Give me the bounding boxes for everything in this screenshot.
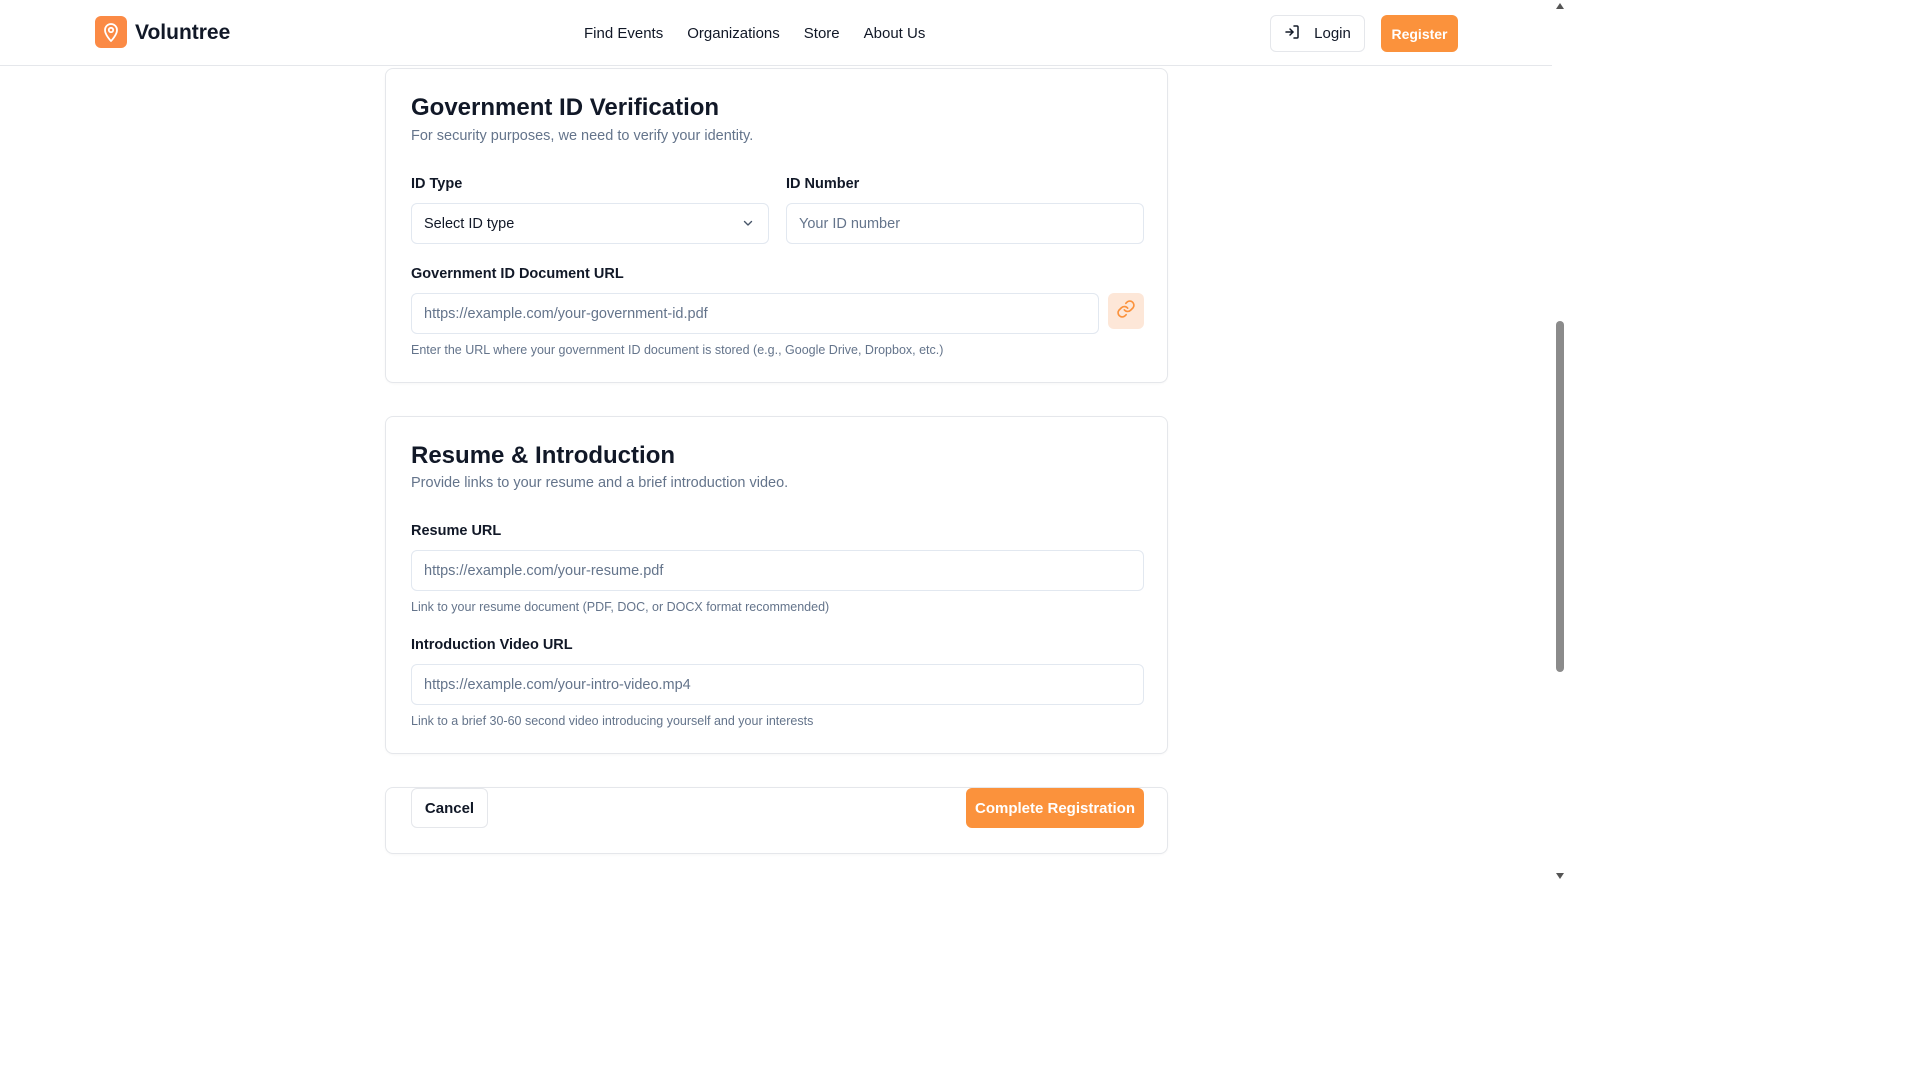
scroll-up-arrow-icon[interactable] bbox=[1556, 3, 1564, 9]
resume-url-input[interactable]: https://example.com/your-resume.pdf bbox=[411, 550, 1144, 591]
gov-id-title: Government ID Verification bbox=[411, 94, 720, 121]
actions-row: Cancel Complete Registration bbox=[386, 788, 1167, 828]
id-type-value: Select ID type bbox=[424, 215, 515, 232]
government-id-card: Government ID Verification For security … bbox=[385, 68, 1168, 383]
resume-url-label: Resume URL bbox=[411, 523, 502, 539]
doc-url-label: Government ID Document URL bbox=[411, 266, 624, 282]
complete-registration-button[interactable]: Complete Registration bbox=[966, 788, 1144, 828]
login-label: Login bbox=[1314, 25, 1351, 42]
id-number-placeholder: Your ID number bbox=[799, 215, 901, 232]
id-type-select[interactable]: Select ID type bbox=[411, 203, 769, 244]
id-number-input[interactable]: Your ID number bbox=[786, 203, 1144, 244]
top-navbar: Voluntree Find Events Organizations Stor… bbox=[0, 0, 1552, 66]
doc-url-hint: Enter the URL where your government ID d… bbox=[411, 343, 944, 357]
video-url-input[interactable]: https://example.com/your-intro-video.mp4 bbox=[411, 664, 1144, 705]
page-scrollbar[interactable] bbox=[1552, 0, 1568, 882]
nav-find-events[interactable]: Find Events bbox=[584, 24, 663, 44]
main-nav: Find Events Organizations Store About Us bbox=[584, 24, 949, 44]
resume-url-hint: Link to your resume document (PDF, DOC, … bbox=[411, 600, 830, 614]
nav-organizations[interactable]: Organizations bbox=[687, 24, 780, 44]
nav-about-us[interactable]: About Us bbox=[864, 24, 926, 44]
doc-url-input[interactable]: https://example.com/your-government-id.p… bbox=[411, 293, 1099, 334]
video-url-hint: Link to a brief 30-60 second video intro… bbox=[411, 714, 814, 728]
resume-url-placeholder: https://example.com/your-resume.pdf bbox=[424, 562, 664, 579]
link-icon bbox=[1116, 299, 1136, 324]
brand-name[interactable]: Voluntree bbox=[135, 21, 230, 45]
gov-id-subtitle: For security purposes, we need to verify… bbox=[411, 128, 754, 144]
nav-store[interactable]: Store bbox=[804, 24, 840, 44]
chevron-down-icon bbox=[742, 217, 754, 233]
id-type-label: ID Type bbox=[411, 176, 463, 192]
logo-icon[interactable] bbox=[95, 16, 127, 48]
resume-subtitle: Provide links to your resume and a brief… bbox=[411, 475, 789, 491]
link-button[interactable] bbox=[1108, 293, 1144, 329]
login-icon bbox=[1284, 24, 1300, 44]
resume-title: Resume & Introduction bbox=[411, 442, 676, 469]
actions-card: Cancel Complete Registration bbox=[385, 787, 1168, 854]
video-url-label: Introduction Video URL bbox=[411, 637, 573, 653]
scroll-thumb[interactable] bbox=[1556, 321, 1564, 672]
cancel-button[interactable]: Cancel bbox=[411, 788, 488, 828]
scroll-down-arrow-icon[interactable] bbox=[1556, 873, 1564, 879]
login-button[interactable]: Login bbox=[1270, 15, 1365, 52]
resume-card: Resume & Introduction Provide links to y… bbox=[385, 416, 1168, 754]
register-button[interactable]: Register bbox=[1381, 15, 1458, 52]
doc-url-placeholder: https://example.com/your-government-id.p… bbox=[424, 305, 708, 322]
video-url-placeholder: https://example.com/your-intro-video.mp4 bbox=[424, 676, 691, 693]
id-number-label: ID Number bbox=[786, 176, 860, 192]
